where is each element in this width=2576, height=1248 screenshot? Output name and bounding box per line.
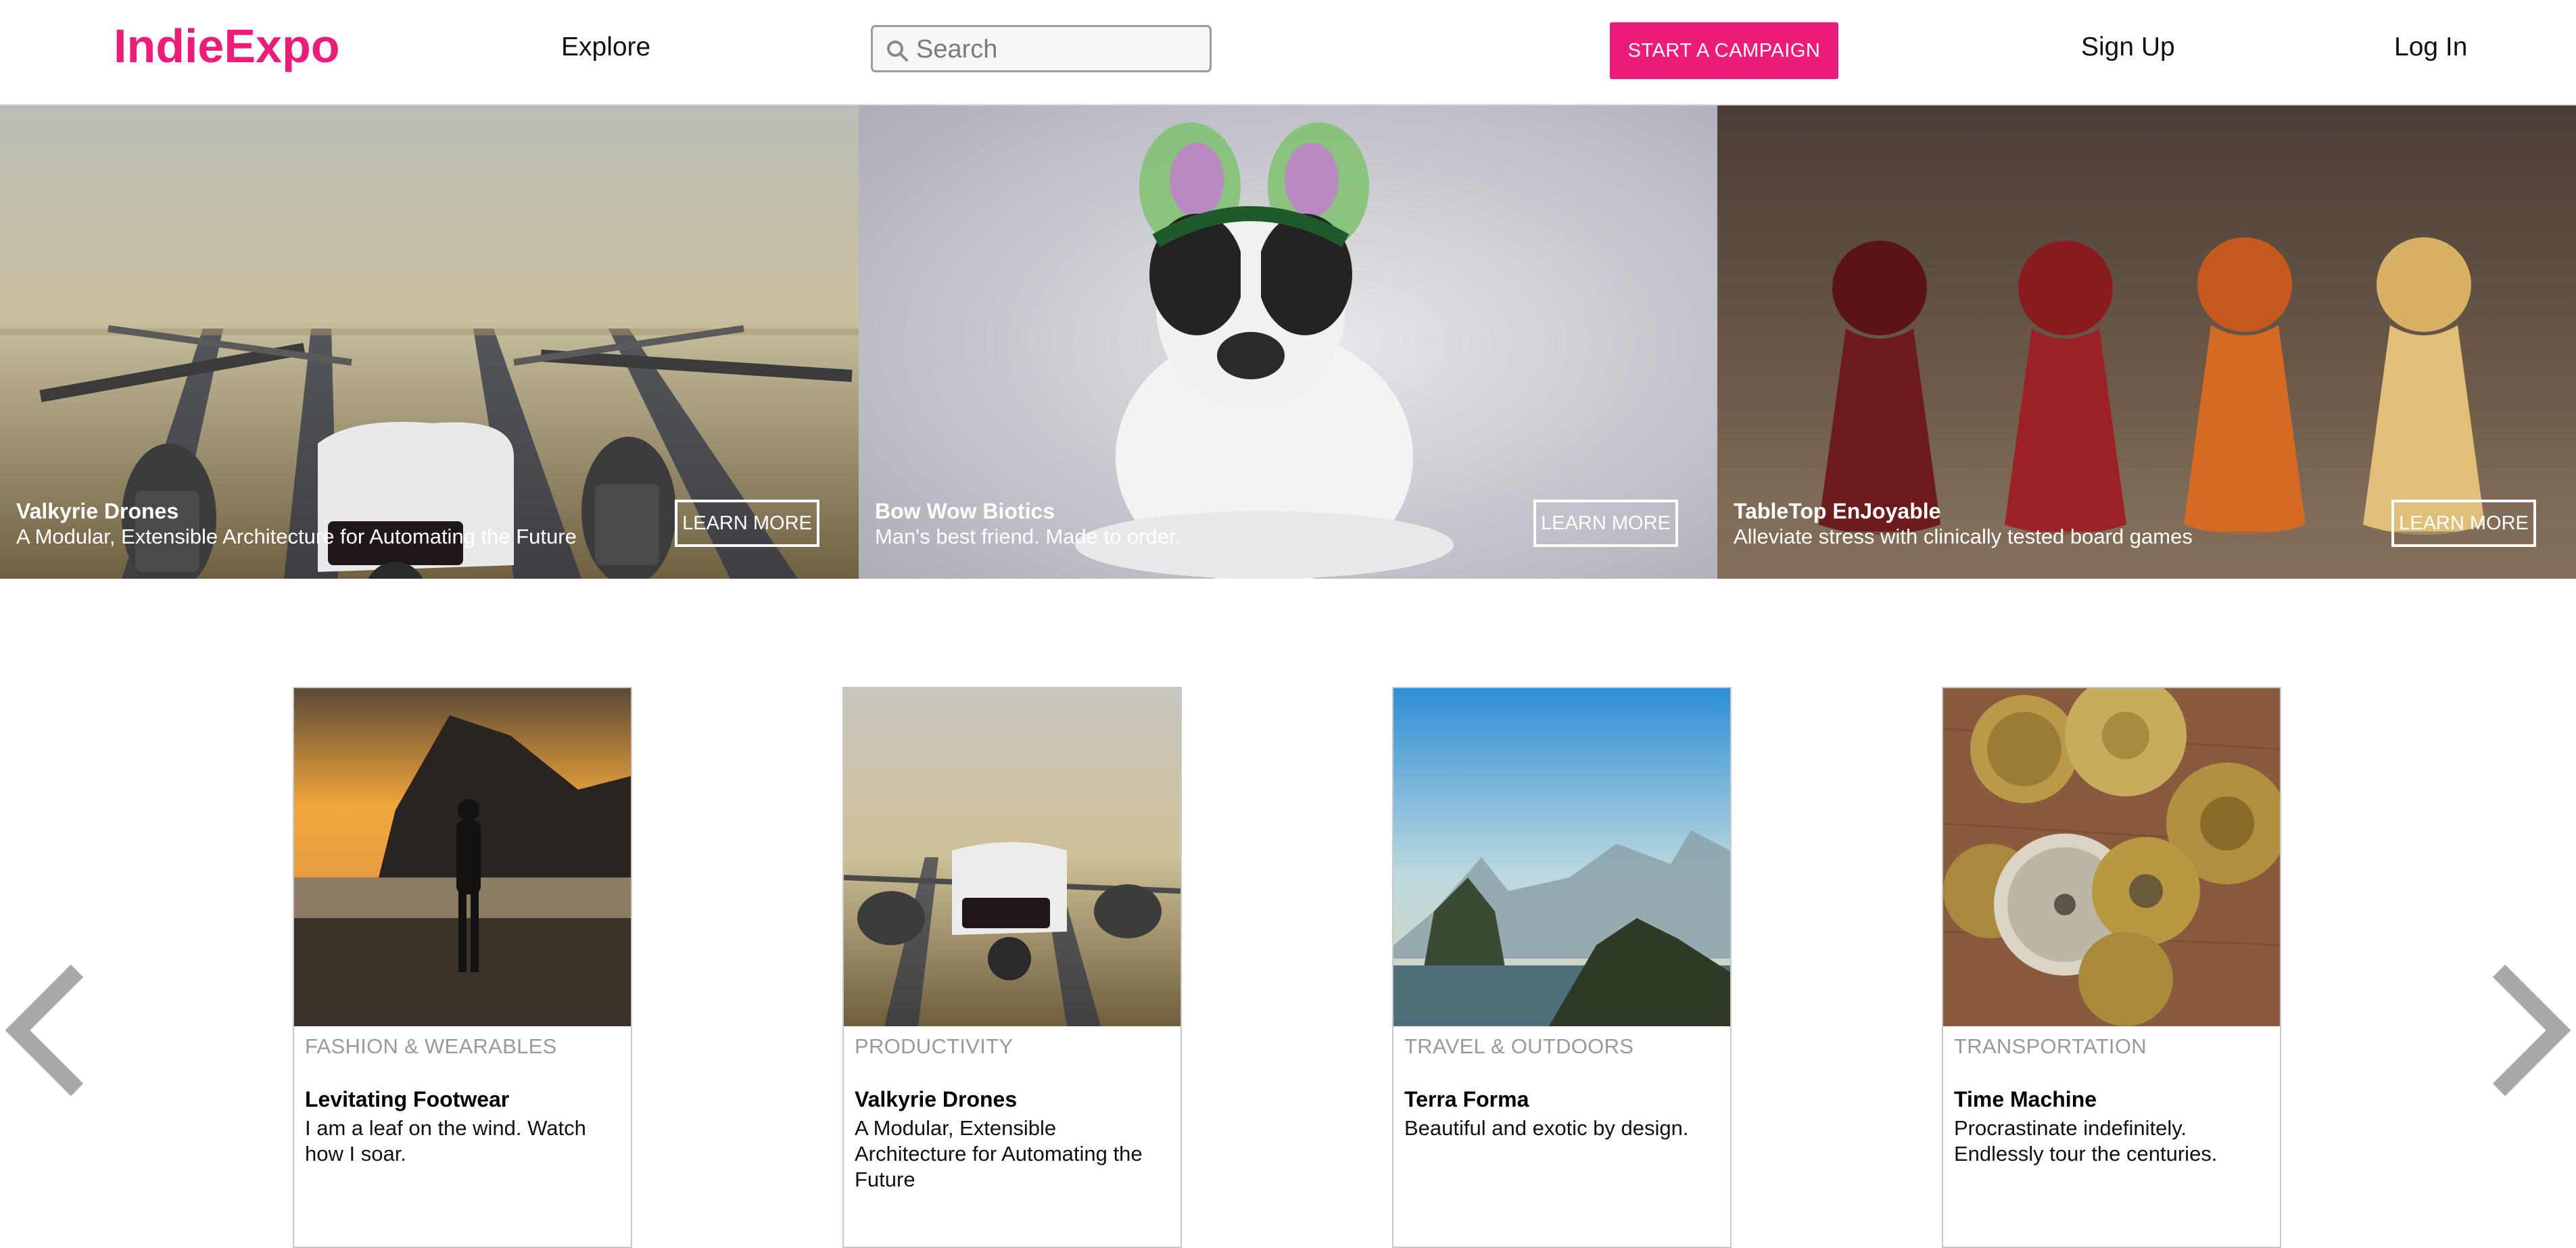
hero-slide-title: TableTop EnJoyable (1734, 499, 1941, 523)
card-description: Procrastinate indefinitely. Endlessly to… (1954, 1116, 2218, 1166)
nav-explore[interactable]: Explore (561, 32, 650, 62)
campaign-card[interactable]: TRANSPORTATION Time Machine Procrastinat… (1942, 687, 2281, 1248)
search-icon (887, 41, 908, 62)
hero-carousel: Valkyrie Drones A Modular, Extensible Ar… (0, 105, 2576, 579)
card-title[interactable]: Valkyrie Drones (855, 1087, 1017, 1112)
mountain-landscape-image (1393, 688, 1730, 1026)
card-category: TRANSPORTATION (1954, 1034, 2147, 1058)
card-description: A Modular, Extensible Architecture for A… (855, 1116, 1143, 1191)
site-logo[interactable]: IndieExpo (114, 19, 339, 73)
hero-slide: TableTop EnJoyable Alleviate stress with… (1717, 105, 2576, 579)
hero-slide-subtitle: A Modular, Extensible Architecture for A… (16, 525, 577, 548)
sign-up-link[interactable]: Sign Up (2081, 32, 2175, 62)
card-category: FASHION & WEARABLES (305, 1034, 557, 1058)
card-description: I am a leaf on the wind. Watch how I soa… (305, 1116, 586, 1166)
card-title[interactable]: Terra Forma (1404, 1087, 1529, 1112)
chevron-left-icon[interactable] (4, 963, 85, 1098)
card-category: PRODUCTIVITY (855, 1034, 1013, 1058)
hero-slide-subtitle: Alleviate stress with clinically tested … (1734, 525, 2193, 548)
hero-slide-title: Valkyrie Drones (16, 499, 179, 523)
card-title[interactable]: Levitating Footwear (305, 1087, 509, 1112)
learn-more-button[interactable]: LEARN MORE (675, 500, 819, 547)
campaign-card[interactable]: FASHION & WEARABLES Levitating Footwear … (293, 687, 632, 1248)
campaign-card[interactable]: TRAVEL & OUTDOORS Terra Forma Beautiful … (1392, 687, 1732, 1248)
card-description: Beautiful and exotic by design. (1404, 1116, 1689, 1140)
campaign-card[interactable]: PRODUCTIVITY Valkyrie Drones A Modular, … (842, 687, 1182, 1248)
hero-slide-subtitle: Man's best friend. Made to order. (875, 525, 1181, 548)
learn-more-button[interactable]: LEARN MORE (2391, 500, 2536, 547)
beach-silhouette-image (294, 688, 631, 1026)
hero-slide-title: Bow Wow Biotics (875, 499, 1055, 523)
chevron-right-icon[interactable] (2491, 963, 2572, 1098)
gears-image (1943, 688, 2280, 1026)
search-input[interactable] (915, 31, 1201, 68)
drone-image (844, 688, 1180, 1026)
search-box[interactable] (871, 25, 1212, 72)
log-in-link[interactable]: Log In (2394, 32, 2467, 62)
learn-more-button[interactable]: LEARN MORE (1533, 500, 1678, 547)
hero-slide: Bow Wow Biotics Man's best friend. Made … (859, 105, 1717, 579)
start-campaign-button[interactable]: START A CAMPAIGN (1610, 22, 1838, 79)
hero-slide: Valkyrie Drones A Modular, Extensible Ar… (0, 105, 859, 579)
site-header: IndieExpo Explore START A CAMPAIGN Sign … (0, 0, 2576, 105)
card-title[interactable]: Time Machine (1954, 1087, 2097, 1112)
card-category: TRAVEL & OUTDOORS (1404, 1034, 1634, 1058)
